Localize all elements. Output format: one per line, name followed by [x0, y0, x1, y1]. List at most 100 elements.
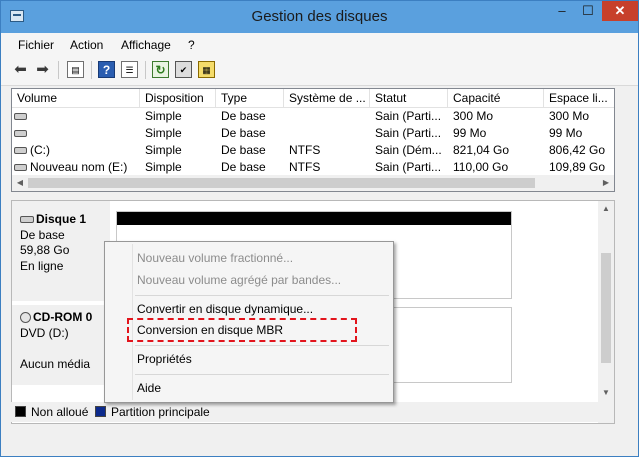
- disposition-cell: Simple: [145, 109, 182, 123]
- table-row[interactable]: Nouveau nom (E:) Simple De base NTFS Sai…: [12, 159, 614, 176]
- disk-1-name-row: Disque 1: [20, 212, 86, 226]
- cdrom-0-type: DVD (D:): [20, 326, 69, 340]
- minimize-button[interactable]: –: [549, 1, 575, 21]
- volume-name: Nouveau nom (E:): [30, 160, 128, 174]
- cdrom-0-name: CD-ROM 0: [33, 310, 93, 324]
- volume-name-cell: Nouveau nom (E:): [12, 159, 140, 176]
- cdrom-0-name-row: CD-ROM 0: [20, 310, 92, 324]
- disk-1-status: En ligne: [20, 259, 64, 273]
- console-icon[interactable]: ▤: [67, 61, 84, 78]
- back-arrow-icon[interactable]: ⬅: [12, 61, 29, 78]
- menu-item-properties[interactable]: Propriétés: [137, 349, 192, 369]
- drive-icon: [14, 130, 27, 138]
- volume-name-cell: (C:): [12, 142, 140, 159]
- menu-separator: [135, 345, 389, 346]
- scroll-down-arrow-icon[interactable]: ▼: [598, 385, 614, 401]
- menu-separator: [135, 374, 389, 375]
- volume-list-header: Volume Disposition Type Système de ... S…: [12, 89, 614, 108]
- capacity-cell: 110,00 Go: [453, 160, 509, 174]
- free-space-cell: 109,89 Go: [549, 160, 606, 174]
- cdrom-0-label[interactable]: CD-ROM 0 DVD (D:) Aucun média: [12, 305, 110, 385]
- disk-1-size: 59,88 Go: [20, 243, 70, 257]
- drive-icon: [14, 113, 27, 121]
- status-cell: Sain (Parti...: [375, 126, 442, 140]
- free-space-cell: 806,42 Go: [549, 143, 606, 157]
- vertical-scroll-thumb[interactable]: [601, 253, 611, 363]
- free-space-cell: 300 Mo: [549, 109, 590, 123]
- status-bar: [1, 426, 638, 456]
- column-header-type[interactable]: Type: [216, 89, 284, 107]
- status-cell: Sain (Parti...: [375, 160, 442, 174]
- disposition-cell: Simple: [145, 160, 182, 174]
- capacity-cell: 99 Mo: [453, 126, 487, 140]
- refresh-icon[interactable]: ↻: [152, 61, 169, 78]
- filesystem-cell: [284, 108, 370, 125]
- status-cell: Sain (Dém...: [375, 143, 442, 157]
- table-row[interactable]: (C:) Simple De base NTFS Sain (Dém... 82…: [12, 142, 614, 159]
- legend-unallocated-label: Non alloué: [31, 405, 89, 419]
- menu-help[interactable]: ?: [188, 38, 195, 52]
- cd-rom-icon: [20, 312, 31, 324]
- horizontal-scrollbar[interactable]: ◀ ▶: [12, 175, 614, 191]
- free-space-cell: 99 Mo: [549, 126, 583, 140]
- menu-item-new-striped-volume: Nouveau volume agrégé par bandes...: [137, 273, 342, 287]
- status-cell: Sain (Parti...: [375, 109, 442, 123]
- window-title: Gestion des disques: [251, 8, 388, 25]
- disk-1-label[interactable]: Disque 1 De base 59,88 Go En ligne: [12, 201, 110, 301]
- hard-disk-icon: [20, 216, 34, 224]
- unallocated-bar: [117, 212, 511, 225]
- capacity-cell: 300 Mo: [453, 109, 494, 123]
- menu-item-convert-dynamic[interactable]: Convertir en disque dynamique...: [137, 299, 313, 319]
- help-icon[interactable]: ?: [98, 61, 115, 78]
- volume-list: Volume Disposition Type Système de ... S…: [11, 88, 615, 192]
- scroll-up-arrow-icon[interactable]: ▲: [598, 201, 614, 217]
- toolbar: ⬅ ➡ ▤ ? ☰ ↻ ✔ ▦: [1, 55, 638, 86]
- column-header-volume[interactable]: Volume: [12, 89, 140, 107]
- forward-arrow-icon[interactable]: ➡: [34, 61, 51, 78]
- maximize-button[interactable]: ☐: [575, 1, 601, 21]
- menu-affichage[interactable]: Affichage: [121, 38, 171, 52]
- properties-icon[interactable]: ✔: [175, 61, 192, 78]
- disposition-cell: Simple: [145, 143, 182, 157]
- type-cell: De base: [221, 160, 266, 174]
- toolbar-separator: [145, 61, 146, 79]
- column-header-status[interactable]: Statut: [370, 89, 448, 107]
- drive-icon: [14, 164, 27, 172]
- list-view-icon[interactable]: ☰: [121, 61, 138, 78]
- legend-primary-partition-label: Partition principale: [111, 405, 210, 419]
- toolbar-separator: [91, 61, 92, 79]
- menu-item-new-spanned-volume: Nouveau volume fractionné...: [137, 251, 294, 265]
- volume-icon[interactable]: ▦: [198, 61, 215, 78]
- close-button[interactable]: ✕: [602, 1, 638, 21]
- filesystem-cell: NTFS: [289, 143, 321, 157]
- capacity-cell: 821,04 Go: [453, 143, 510, 157]
- filesystem-cell: [284, 125, 370, 142]
- scroll-right-arrow-icon[interactable]: ▶: [598, 175, 614, 191]
- volume-name: (C:): [30, 143, 50, 157]
- title-bar[interactable]: Gestion des disques – ☐ ✕: [1, 1, 638, 33]
- column-header-capacity[interactable]: Capacité: [448, 89, 544, 107]
- legend: Non alloué Partition principale: [11, 402, 600, 422]
- menu-fichier[interactable]: Fichier: [18, 38, 54, 52]
- type-cell: De base: [221, 109, 266, 123]
- table-row[interactable]: Simple De base Sain (Parti... 300 Mo 300…: [12, 108, 614, 125]
- column-header-free-space[interactable]: Espace li...: [544, 89, 614, 107]
- drive-icon: [14, 147, 27, 155]
- cdrom-0-status: Aucun média: [20, 357, 91, 371]
- mbr-highlight-box: [127, 318, 357, 342]
- type-cell: De base: [221, 143, 266, 157]
- column-header-disposition[interactable]: Disposition: [140, 89, 216, 107]
- menu-item-help[interactable]: Aide: [137, 378, 161, 398]
- scroll-left-arrow-icon[interactable]: ◀: [12, 175, 28, 191]
- vertical-scrollbar[interactable]: ▲ ▼: [598, 201, 614, 423]
- menu-bar: Fichier Action Affichage ?: [1, 33, 638, 55]
- toolbar-separator: [58, 61, 59, 79]
- menu-action[interactable]: Action: [70, 38, 103, 52]
- disk-1-type: De base: [20, 228, 65, 242]
- filesystem-cell: NTFS: [289, 160, 321, 174]
- volume-name-cell: [12, 108, 140, 125]
- disk-1-name: Disque 1: [36, 212, 87, 226]
- horizontal-scroll-thumb[interactable]: [28, 178, 535, 188]
- table-row[interactable]: Simple De base Sain (Parti... 99 Mo 99 M…: [12, 125, 614, 142]
- column-header-filesystem[interactable]: Système de ...: [284, 89, 370, 107]
